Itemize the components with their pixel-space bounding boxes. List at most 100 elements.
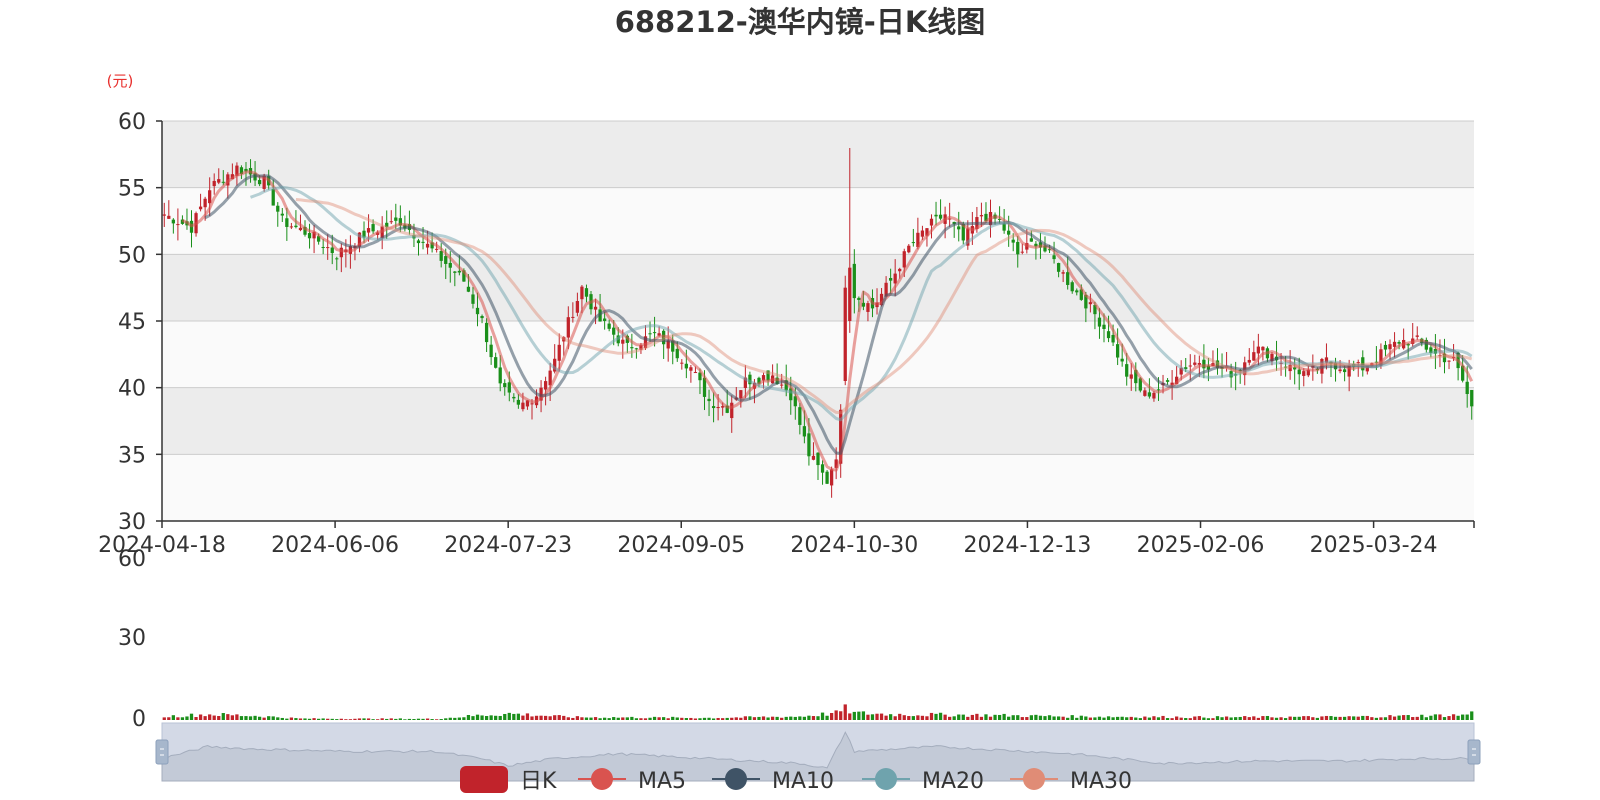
volume-bar bbox=[743, 716, 747, 720]
candle-body bbox=[1097, 317, 1102, 327]
volume-bar bbox=[1379, 717, 1383, 720]
volume-bar bbox=[657, 717, 661, 720]
candle-body bbox=[335, 258, 339, 260]
legend-label: 日K bbox=[520, 769, 557, 794]
volume-bar bbox=[376, 719, 380, 720]
volume-bar bbox=[475, 714, 480, 720]
candle-body bbox=[503, 383, 507, 388]
volume-bar bbox=[1197, 716, 1201, 720]
volume-bar bbox=[462, 717, 466, 720]
candle-body bbox=[689, 367, 693, 371]
legend-item-ma20[interactable]: MA20 bbox=[862, 768, 984, 794]
volume-bar bbox=[1156, 717, 1161, 720]
candle-body bbox=[621, 339, 625, 344]
volume-bar bbox=[1470, 711, 1474, 720]
price-tick-label: 55 bbox=[118, 177, 146, 202]
volume-bar bbox=[1274, 717, 1279, 720]
candle-body bbox=[675, 348, 679, 359]
volume-bar bbox=[1302, 716, 1306, 720]
candle-body bbox=[1075, 290, 1079, 293]
volume-bar bbox=[448, 717, 452, 720]
volume-bar bbox=[230, 715, 235, 720]
candle-body bbox=[371, 224, 375, 232]
volume-bar bbox=[1165, 718, 1170, 720]
legend-item-ma30[interactable]: MA30 bbox=[1010, 768, 1132, 794]
slider-handle-grip[interactable] bbox=[1467, 739, 1481, 765]
volume-bar bbox=[1206, 718, 1211, 720]
volume-bar bbox=[512, 713, 516, 720]
volume-bar bbox=[212, 715, 216, 720]
volume-bar bbox=[525, 713, 530, 720]
candle-body bbox=[162, 214, 166, 216]
volume-bar bbox=[1324, 715, 1329, 720]
candle-body bbox=[1129, 374, 1133, 379]
candle-body bbox=[825, 471, 829, 484]
legend-marker bbox=[1023, 768, 1045, 790]
volume-bar bbox=[235, 714, 239, 720]
volume-bar bbox=[770, 716, 775, 720]
volume-bar bbox=[344, 719, 348, 720]
candle-body bbox=[1029, 238, 1034, 242]
legend-label: MA20 bbox=[922, 769, 984, 794]
volume-bar bbox=[203, 716, 207, 720]
volume-y-axis: 0 30 60 bbox=[118, 547, 146, 732]
volume-bar bbox=[988, 716, 993, 720]
candlestick bbox=[825, 470, 829, 485]
candle-body bbox=[439, 251, 443, 261]
candle-body bbox=[1106, 331, 1111, 339]
volume-bar bbox=[798, 716, 802, 720]
volume-bar bbox=[176, 717, 180, 720]
volume-bar bbox=[162, 717, 166, 720]
volume-bar bbox=[557, 715, 561, 720]
slider-handle-right[interactable] bbox=[1467, 739, 1481, 765]
volume-bar bbox=[675, 717, 679, 720]
volume-bar bbox=[1106, 716, 1111, 720]
legend-item-ma10[interactable]: MA10 bbox=[712, 768, 834, 794]
volume-bar bbox=[1007, 716, 1011, 720]
candle-body bbox=[684, 363, 688, 369]
volume-bar bbox=[494, 715, 498, 720]
volume-bar bbox=[1075, 717, 1079, 720]
volume-bar bbox=[1433, 714, 1438, 720]
volume-bar bbox=[1079, 715, 1083, 720]
volume-bar bbox=[562, 715, 566, 720]
volume-bar bbox=[643, 718, 648, 720]
slider-handle-left[interactable] bbox=[155, 739, 169, 765]
candle-body bbox=[911, 242, 915, 244]
volume-bar bbox=[366, 718, 371, 720]
volume-bar bbox=[484, 715, 489, 720]
legend-label: MA30 bbox=[1070, 769, 1132, 794]
volume-bar bbox=[671, 716, 675, 720]
candle-body bbox=[739, 390, 743, 399]
volume-bar bbox=[457, 717, 461, 720]
candle-body bbox=[693, 372, 698, 374]
volume-bar bbox=[335, 719, 339, 720]
volume-bar bbox=[757, 716, 761, 720]
volume-bar bbox=[925, 716, 929, 720]
candle-body bbox=[1297, 369, 1301, 375]
volume-bar bbox=[1365, 715, 1369, 720]
candle-body bbox=[217, 179, 221, 183]
volume-bar bbox=[267, 716, 271, 720]
volume-bar bbox=[1125, 717, 1129, 720]
volume-bar bbox=[580, 717, 584, 720]
price-tick-label: 30 bbox=[118, 510, 146, 535]
volume-bar bbox=[553, 715, 557, 720]
volume-bar bbox=[889, 714, 893, 720]
candle-body bbox=[571, 316, 575, 318]
volume-bar bbox=[503, 713, 507, 720]
volume-bar bbox=[789, 716, 793, 720]
volume-bar bbox=[217, 716, 221, 720]
candle-body bbox=[276, 205, 280, 212]
slider-handle-grip[interactable] bbox=[155, 739, 169, 765]
candle-body bbox=[816, 452, 820, 466]
volume-bar bbox=[1297, 716, 1301, 720]
volume-bar bbox=[407, 718, 412, 720]
candle-body bbox=[289, 226, 294, 228]
volume-bar bbox=[1288, 716, 1292, 720]
candle-body bbox=[907, 245, 911, 253]
candle-body bbox=[1120, 358, 1124, 362]
volume-bar bbox=[1029, 715, 1034, 720]
volume-bar bbox=[208, 714, 212, 720]
candle-body bbox=[607, 323, 611, 329]
